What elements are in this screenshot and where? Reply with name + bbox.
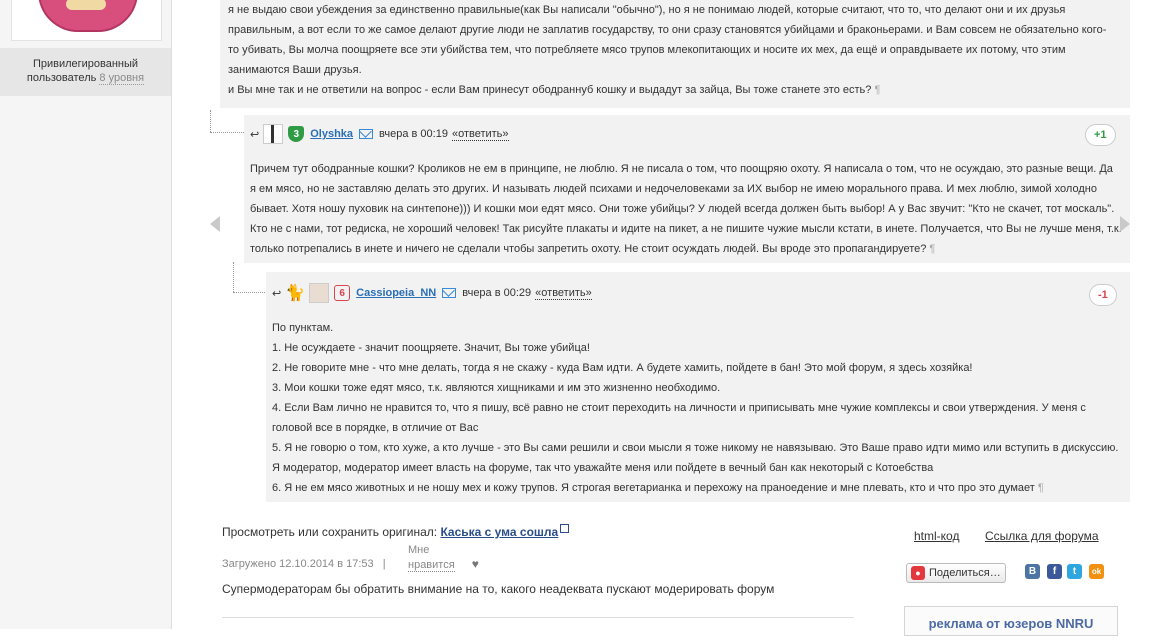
thread-line [233, 292, 265, 293]
comment-line: головой все в порядке, в отличие от Вас [272, 422, 479, 434]
level-badge-icon: 3 [288, 126, 305, 142]
twitter-icon[interactable]: t [1067, 564, 1082, 579]
comment-time: вчера в 00:19 [379, 128, 448, 140]
thread-line [210, 132, 244, 133]
comment-header-cassiopeia: ↩ 🐈 6 Cassiopeia_NN вчера в 00:29 «ответ… [272, 283, 592, 303]
mail-icon[interactable] [359, 129, 374, 139]
view-original-row: Просмотреть или сохранить оригинал: Кась… [222, 524, 570, 539]
comment-line: 6. Я не ем мясо животных и не ношу мех и… [272, 482, 1035, 494]
username-cassiopeia[interactable]: Cassiopeia_NN [356, 287, 436, 299]
vote-score-olyshka[interactable]: +1 [1085, 124, 1116, 146]
left-sidebar: Привилегированный пользователь 8 уровня [0, 0, 172, 629]
thread-line [210, 110, 211, 132]
comment-line: Я модератор, модератор имеет власть на ф… [272, 462, 934, 474]
comment-line: то убивать, Вы молча поощряете все эти у… [228, 44, 1066, 56]
odnoklassniki-icon[interactable]: ok [1089, 564, 1104, 579]
share-icon: ● [911, 566, 925, 580]
meta-separator: | [382, 558, 386, 570]
next-arrow-icon[interactable] [1120, 216, 1130, 232]
prev-arrow-icon[interactable] [210, 216, 220, 232]
avatar-image [38, 0, 138, 32]
ad-block-title[interactable]: реклама от юзеров NNRU [904, 606, 1118, 636]
comment-line: занимаются Ваши друзья. [228, 64, 362, 76]
heart-icon: ♥ [471, 557, 479, 571]
comment-line: 1. Не осуждаете - значит поощряете. Знач… [272, 342, 590, 354]
external-link-icon [560, 524, 570, 533]
user-level-link[interactable]: 8 уровня [99, 72, 145, 85]
username-olyshka[interactable]: Olyshka [310, 128, 353, 140]
avatar[interactable] [11, 0, 162, 41]
facebook-icon[interactable]: f [1047, 564, 1062, 579]
like-label-1: Мне [408, 544, 430, 556]
comment-text-olyshka: Причем тут ободранные кошки? Кроликов не… [250, 159, 1122, 259]
comment-text-top: я не выдаю свои убеждения за единственно… [228, 0, 1106, 100]
avatar-cassiopeia[interactable] [309, 283, 330, 303]
comment-header-olyshka: ↩ 3 Olyshka вчера в 00:19 «ответить» [250, 124, 509, 144]
upload-date: Загружено 12.10.2014 в 17:53 [222, 558, 374, 570]
user-status-line1: Привилегированный [32, 58, 139, 70]
reply-arrow-icon: ↩ [272, 287, 282, 300]
share-button[interactable]: ● Поделиться… [906, 563, 1006, 583]
thread-line [233, 262, 234, 292]
black-cat-icon: 🐈 [285, 285, 306, 302]
reply-link[interactable]: «ответить» [535, 287, 592, 300]
user-status: Привилегированный пользователь 8 уровня [0, 48, 171, 96]
image-description: Супермодераторам бы обратить внимание на… [222, 582, 775, 596]
comment-line: Причем тут ободранные кошки? Кроликов не… [250, 163, 1113, 175]
comment-line: только потрепались в инете и ничего не с… [250, 243, 927, 255]
share-label: Поделиться… [929, 567, 1001, 579]
comment-line: правильным, а вот если то же самое делаю… [228, 24, 1107, 36]
divider [222, 617, 854, 618]
comment-text-cassiopeia: По пунктам. 1. Не осуждаете - значит поо… [272, 318, 1118, 498]
comment-line: 5. Я не говорю о том, кто хуже, а кто лу… [272, 442, 1119, 454]
comment-line: 3. Мои кошки тоже едят мясо, т.к. являют… [272, 382, 721, 394]
comment-line: 4. Если Вам лично не нравится то, что я … [272, 402, 1086, 414]
mail-icon[interactable] [442, 288, 457, 298]
comment-line: 2. Не говорите мне - что мне делать, тог… [272, 362, 973, 374]
pilcrow-icon: ¶ [929, 243, 936, 255]
comment-line: я ем мясо, но не заставляю делать это др… [250, 183, 1097, 195]
comment-time: вчера в 00:29 [462, 287, 532, 299]
reply-link[interactable]: «ответить» [451, 128, 509, 141]
comment-line: я не выдаю свои убеждения за единственно… [228, 4, 1066, 16]
user-status-line2: пользователь [26, 72, 97, 84]
avatar-olyshka[interactable] [263, 124, 284, 144]
like-button[interactable]: Мне нравится ♥ [408, 543, 479, 572]
comment-line: По пунктам. [272, 322, 334, 334]
vote-score-cassiopeia[interactable]: -1 [1089, 284, 1117, 306]
upload-meta: Загружено 12.10.2014 в 17:53 | [222, 558, 392, 570]
comment-line: и Вы мне так и не ответили на вопрос - е… [228, 84, 872, 96]
vk-icon[interactable]: В [1025, 564, 1040, 579]
pilcrow-icon: ¶ [1037, 482, 1044, 494]
original-link[interactable]: Каська с ума сошла [440, 525, 558, 539]
reply-arrow-icon: ↩ [250, 128, 260, 141]
like-label-2: нравится [408, 559, 455, 572]
html-code-link[interactable]: html-код [914, 529, 959, 543]
forum-link[interactable]: Ссылка для форума [985, 529, 1099, 543]
comment-line: Кто не с нами, тот редиска, не хороший ч… [250, 223, 1122, 235]
view-original-label: Просмотреть или сохранить оригинал: [222, 525, 438, 539]
pilcrow-icon: ¶ [874, 84, 881, 96]
level-badge-icon: 6 [334, 285, 351, 301]
comment-line: бывает. Хотя ношу пуховик на синтепоне))… [250, 203, 1115, 215]
